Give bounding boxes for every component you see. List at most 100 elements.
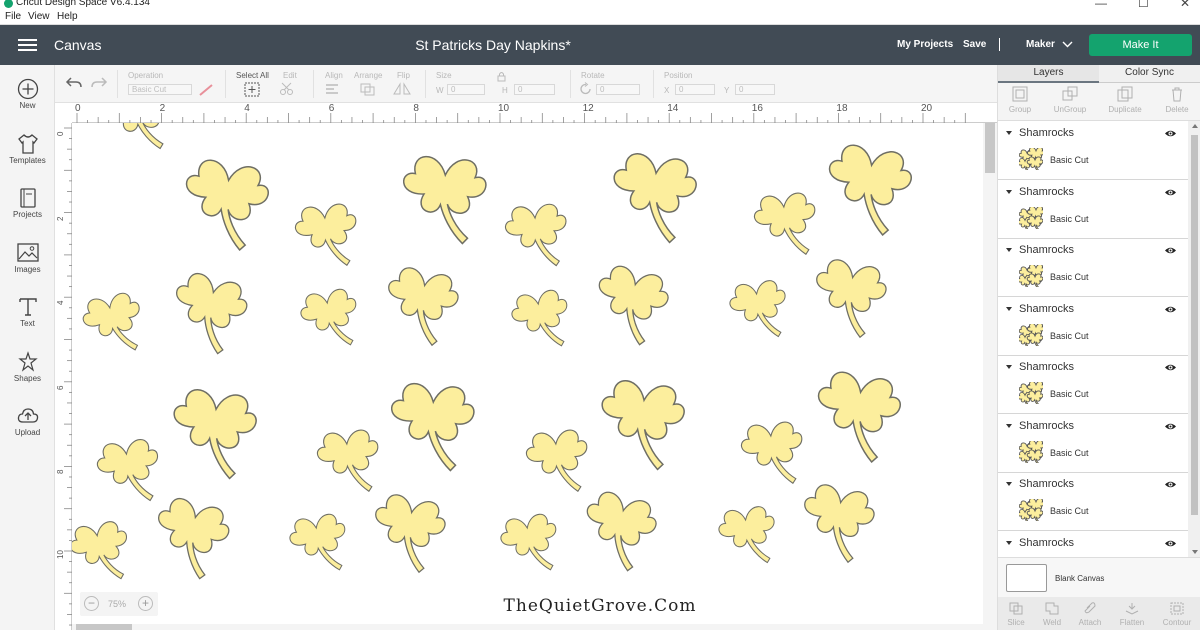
layer-row[interactable]: ShamrocksBasic Cut [998, 297, 1188, 356]
shamrock-shape[interactable] [807, 367, 905, 466]
layer-name[interactable]: Shamrocks [1019, 303, 1074, 315]
align-icon[interactable] [324, 82, 344, 96]
chevron-down-icon[interactable] [1062, 41, 1073, 48]
layer-row[interactable]: ShamrocksBasic Cut [998, 180, 1188, 239]
save-button[interactable]: Save [963, 39, 986, 50]
shamrock-shape[interactable] [605, 150, 701, 246]
shamrock-shape[interactable] [163, 268, 253, 359]
lock-icon[interactable] [497, 71, 506, 82]
layer-row[interactable]: ShamrocksBasic Cut [998, 355, 1188, 414]
blank-canvas-row[interactable]: Blank Canvas [998, 557, 1200, 597]
shamrock-shape[interactable] [593, 377, 689, 473]
nav-upload[interactable]: Upload [0, 405, 55, 455]
layer-name[interactable]: Shamrocks [1019, 186, 1074, 198]
tab-color-sync[interactable]: Color Sync [1099, 65, 1200, 83]
zoom-out-button[interactable]: − [84, 596, 99, 611]
arrange-icon[interactable] [359, 82, 379, 96]
layer-name[interactable]: Shamrocks [1019, 478, 1074, 490]
nav-images[interactable]: Images [0, 242, 55, 292]
eye-icon[interactable] [1164, 305, 1177, 314]
undo-icon[interactable] [65, 76, 83, 90]
rotate-input[interactable]: 0 [596, 84, 640, 95]
layer-name[interactable]: Shamrocks [1019, 244, 1074, 256]
nav-new[interactable]: New [0, 78, 55, 128]
layers-scrollbar[interactable] [1188, 121, 1200, 557]
layer-name[interactable]: Shamrocks [1019, 361, 1074, 373]
shamrock-shape[interactable] [818, 140, 916, 239]
layer-row[interactable]: ShamrocksBasic Cut [998, 414, 1188, 473]
shamrock-shape[interactable] [806, 255, 891, 342]
select-all-icon[interactable] [244, 82, 260, 97]
scroll-up-icon[interactable] [1192, 124, 1198, 128]
shamrock-shape[interactable] [738, 419, 807, 489]
expand-triangle-icon[interactable] [1006, 189, 1012, 194]
redo-icon[interactable] [90, 76, 108, 90]
shamrock-shape[interactable] [716, 504, 781, 570]
layer-row[interactable]: ShamrocksBasic Cut [998, 238, 1188, 297]
scroll-down-icon[interactable] [1192, 550, 1198, 554]
eye-icon[interactable] [1164, 480, 1177, 489]
shamrock-shape[interactable] [497, 511, 564, 578]
ungroup-button[interactable]: UnGroup [1048, 86, 1092, 114]
shamrock-shape[interactable] [586, 261, 674, 350]
pen-color-icon[interactable] [198, 83, 214, 97]
height-input[interactable]: 0 [514, 84, 555, 95]
tab-layers[interactable]: Layers [998, 65, 1099, 83]
shamrock-shape[interactable] [794, 480, 879, 567]
close-icon[interactable]: ✕ [1180, 0, 1190, 10]
expand-triangle-icon[interactable] [1006, 248, 1012, 252]
shamrock-shape[interactable] [292, 201, 361, 271]
menu-help[interactable]: Help [57, 11, 78, 22]
layer-name[interactable]: Shamrocks [1019, 127, 1074, 139]
shamrock-shape[interactable] [523, 427, 592, 497]
flatten-button[interactable]: Flatten [1110, 602, 1154, 627]
shamrock-shape[interactable] [297, 286, 364, 353]
eye-icon[interactable] [1164, 539, 1177, 548]
expand-triangle-icon[interactable] [1006, 482, 1012, 486]
shamrock-shape[interactable] [378, 263, 463, 350]
canvas-vertical-scrollbar[interactable] [983, 123, 997, 630]
x-input[interactable]: 0 [675, 84, 715, 95]
attach-button[interactable]: Attach [1068, 602, 1112, 627]
layer-row[interactable]: ShamrocksBasic Cut [998, 472, 1188, 531]
edit-scissors-icon[interactable] [279, 82, 299, 96]
shamrock-shape[interactable] [72, 518, 135, 587]
flip-icon[interactable] [392, 82, 412, 96]
shamrock-shape[interactable] [175, 155, 273, 254]
nav-shapes[interactable]: Shapes [0, 351, 55, 401]
duplicate-button[interactable]: Duplicate [1103, 86, 1147, 114]
expand-triangle-icon[interactable] [1006, 306, 1012, 311]
layer-name[interactable]: Shamrocks [1019, 420, 1074, 432]
menu-file[interactable]: File [5, 11, 21, 22]
y-input[interactable]: 0 [735, 84, 775, 95]
eye-icon[interactable] [1164, 422, 1177, 431]
canvas-mat[interactable] [72, 123, 983, 630]
make-it-button[interactable]: Make It [1089, 34, 1192, 56]
eye-icon[interactable] [1164, 363, 1177, 372]
blank-canvas-swatch[interactable] [1006, 564, 1047, 592]
shamrock-shape[interactable] [727, 278, 792, 344]
shamrock-artwork[interactable] [72, 123, 983, 630]
group-button[interactable]: Group [998, 86, 1042, 114]
expand-triangle-icon[interactable] [1006, 540, 1012, 545]
shamrock-shape[interactable] [751, 190, 820, 260]
shamrock-shape[interactable] [365, 490, 450, 577]
shamrock-shape[interactable] [508, 287, 575, 354]
eye-icon[interactable] [1164, 129, 1177, 138]
nav-projects[interactable]: Projects [0, 187, 55, 237]
nav-templates[interactable]: Templates [0, 133, 55, 183]
shamrock-shape[interactable] [503, 202, 571, 271]
shamrock-shape[interactable] [94, 436, 165, 508]
zoom-in-button[interactable]: + [138, 596, 153, 611]
shamrock-shape[interactable] [314, 427, 383, 497]
eye-icon[interactable] [1164, 188, 1177, 197]
rotate-icon[interactable] [579, 82, 593, 96]
machine-select[interactable]: Maker [1026, 39, 1055, 50]
shamrock-shape[interactable] [397, 153, 489, 246]
layer-row[interactable]: ShamrocksBasic Cut [998, 121, 1188, 180]
shamrock-shape[interactable] [145, 493, 235, 584]
layer-row[interactable]: ShamrocksBasic Cut [998, 531, 1188, 558]
contour-button[interactable]: Contour [1155, 602, 1199, 627]
my-projects-button[interactable]: My Projects [897, 39, 953, 50]
operation-select[interactable]: Basic Cut [128, 84, 192, 95]
